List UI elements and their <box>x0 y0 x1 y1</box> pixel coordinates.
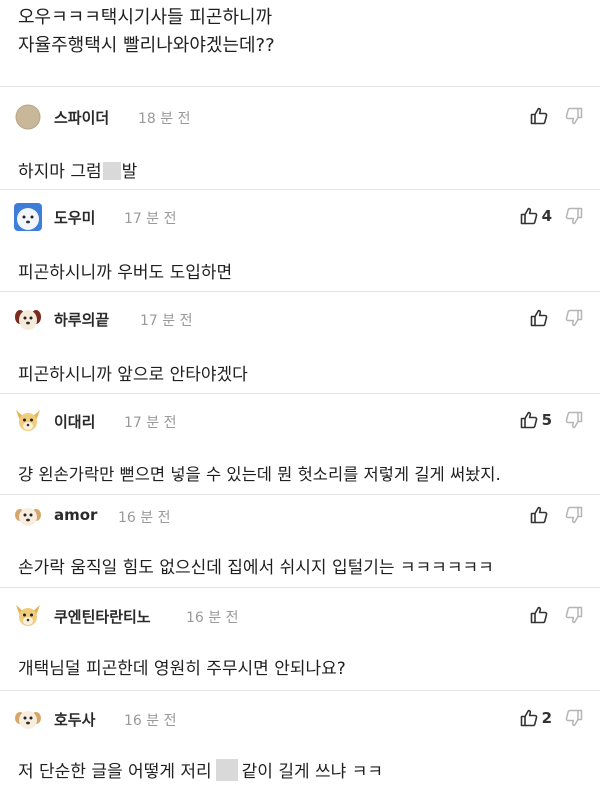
thumbs-down-icon <box>564 410 584 430</box>
divider <box>0 189 600 190</box>
comment-body: 손가락 움직일 힘도 없으신데 집에서 쉬시지 입털기는 ㅋㅋㅋㅋㅋㅋ <box>18 558 494 578</box>
puppy-avatar-icon[interactable] <box>14 305 42 333</box>
puppy-avatar-icon[interactable] <box>14 502 42 530</box>
comment-page: 오우ㅋㅋㅋ택시기사들 피곤하니까 자율주행택시 빨리나와야겠는데?? 스파이더 … <box>0 0 600 804</box>
divider <box>0 494 600 495</box>
like-count: 4 <box>541 207 552 225</box>
comment-time: 16 분 전 <box>186 610 239 626</box>
thumbs-up-icon <box>519 708 539 728</box>
comment-header: 스파이더 18 분 전 <box>0 101 600 131</box>
nickname[interactable]: amor <box>54 506 97 524</box>
divider <box>0 291 600 292</box>
comment-time: 17 분 전 <box>124 211 177 227</box>
comment-header: 이대리 17 분 전 5 <box>0 405 600 435</box>
comment-time: 16 분 전 <box>118 510 171 526</box>
post-text-line: 오우ㅋㅋㅋ택시기사들 피곤하니까 <box>18 7 273 28</box>
divider <box>0 587 600 588</box>
nickname[interactable]: 하루의끝 <box>54 309 109 330</box>
dislike-button[interactable] <box>564 708 584 732</box>
comment-time: 16 분 전 <box>124 713 177 729</box>
post-text-line: 자율주행택시 빨리나와야겠는데?? <box>18 35 275 56</box>
thumbs-up-icon <box>529 106 549 126</box>
dislike-button[interactable] <box>564 308 584 332</box>
like-button[interactable]: 2 <box>519 707 552 729</box>
like-button[interactable]: 4 <box>519 205 552 227</box>
comment-time: 17 분 전 <box>140 313 193 329</box>
comment-text: 하지마 그럼 <box>18 162 102 182</box>
comment-text: 발 <box>121 162 138 182</box>
comment-body: 피곤하시니까 앞으로 안타야겠다 <box>18 365 248 385</box>
comment-body: 하지마 그럼 발 <box>18 157 137 182</box>
comment-body: 피곤하시니까 우버도 도입하면 <box>18 263 233 283</box>
divider <box>0 690 600 691</box>
thumbs-down-icon <box>564 308 584 328</box>
comment-body: 걍 왼손가락만 뻗으면 넣을 수 있는데 뭔 헛소리를 저렇게 길게 써놨지. <box>18 465 501 484</box>
comment-body: 저 단순한 글을 어떻게 저리 같이 길게 쓰냐 ㅋㅋ <box>18 757 383 782</box>
dislike-button[interactable] <box>564 410 584 434</box>
chihuahua-avatar-icon[interactable] <box>14 407 42 435</box>
comment-text: 같이 길게 쓰냐 ㅋㅋ <box>241 762 383 782</box>
chihuahua-avatar-icon[interactable] <box>14 602 42 630</box>
comment-time: 17 분 전 <box>124 415 177 431</box>
like-button[interactable] <box>529 504 552 526</box>
divider <box>0 393 600 394</box>
thumbs-down-icon <box>564 106 584 126</box>
nickname[interactable]: 호두사 <box>54 709 95 730</box>
divider <box>0 86 600 87</box>
dislike-button[interactable] <box>564 605 584 629</box>
censored-block <box>215 759 238 781</box>
thumbs-up-icon <box>529 505 549 525</box>
nickname[interactable]: 이대리 <box>54 411 95 432</box>
beige-circle-avatar-icon[interactable] <box>14 103 42 131</box>
dislike-button[interactable] <box>564 206 584 230</box>
comment-header: amor 16 분 전 <box>0 500 600 530</box>
puppy-avatar-icon[interactable] <box>14 705 42 733</box>
comment-header: 쿠엔틴타란티노 16 분 전 <box>0 600 600 630</box>
like-count: 2 <box>541 709 552 727</box>
censored-block <box>102 162 121 180</box>
like-button[interactable]: 5 <box>519 409 552 431</box>
thumbs-up-icon <box>519 410 539 430</box>
comment-text: 저 단순한 글을 어떻게 저리 <box>18 762 212 782</box>
thumbs-down-icon <box>564 605 584 625</box>
comment-header: 하루의끝 17 분 전 <box>0 303 600 333</box>
nickname[interactable]: 쿠엔틴타란티노 <box>54 606 151 627</box>
nickname[interactable]: 도우미 <box>54 207 95 228</box>
like-button[interactable] <box>529 307 552 329</box>
thumbs-up-icon <box>529 605 549 625</box>
nickname[interactable]: 스파이더 <box>54 107 109 128</box>
thumbs-down-icon <box>564 505 584 525</box>
like-button[interactable] <box>529 604 552 626</box>
thumbs-up-icon <box>529 308 549 328</box>
comment-header: 도우미 17 분 전 4 <box>0 201 600 231</box>
thumbs-down-icon <box>564 206 584 226</box>
like-button[interactable] <box>529 105 552 127</box>
comment-header: 호두사 16 분 전 2 <box>0 703 600 733</box>
like-count: 5 <box>541 411 552 429</box>
post-text: 오우ㅋㅋㅋ택시기사들 피곤하니까 자율주행택시 빨리나와야겠는데?? <box>18 4 578 84</box>
white-dog-avatar-icon[interactable] <box>14 203 42 231</box>
dislike-button[interactable] <box>564 106 584 130</box>
thumbs-down-icon <box>564 708 584 728</box>
dislike-button[interactable] <box>564 505 584 529</box>
thumbs-up-icon <box>519 206 539 226</box>
comment-body: 개택님덜 피곤한데 영원히 주무시면 안되나요? <box>18 659 346 679</box>
comment-time: 18 분 전 <box>138 111 191 127</box>
